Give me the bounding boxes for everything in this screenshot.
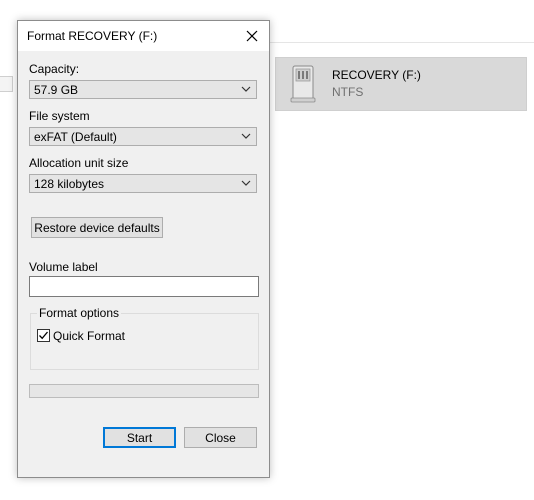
explorer-divider bbox=[270, 42, 534, 43]
restore-defaults-button[interactable]: Restore device defaults bbox=[31, 217, 163, 238]
file-system-label: File system bbox=[29, 109, 90, 123]
format-options-group: Format options Quick Format bbox=[30, 306, 259, 370]
drive-tile-recovery[interactable]: RECOVERY (F:) NTFS bbox=[275, 57, 527, 111]
drive-filesystem: NTFS bbox=[332, 85, 364, 99]
quick-format-checkbox[interactable] bbox=[37, 329, 50, 342]
dialog-titlebar[interactable]: Format RECOVERY (F:) bbox=[18, 21, 269, 51]
dialog-title: Format RECOVERY (F:) bbox=[27, 29, 158, 43]
capacity-value: 57.9 GB bbox=[34, 83, 79, 97]
drive-name: RECOVERY (F:) bbox=[332, 68, 421, 82]
chevron-down-icon bbox=[241, 180, 251, 186]
format-progress-bar bbox=[29, 384, 259, 398]
format-options-title: Format options bbox=[37, 306, 122, 320]
allocation-unit-dropdown[interactable]: 128 kilobytes bbox=[29, 174, 257, 193]
explorer-partial-control bbox=[0, 76, 13, 92]
chevron-down-icon bbox=[241, 133, 251, 139]
format-dialog: Format RECOVERY (F:) Capacity: 57.9 GB F… bbox=[17, 20, 270, 478]
start-button[interactable]: Start bbox=[103, 427, 176, 448]
close-icon[interactable] bbox=[241, 25, 263, 47]
capacity-label: Capacity: bbox=[29, 62, 80, 76]
allocation-unit-value: 128 kilobytes bbox=[34, 177, 105, 191]
chevron-down-icon bbox=[241, 86, 251, 92]
volume-label-input[interactable] bbox=[29, 276, 259, 297]
close-button[interactable]: Close bbox=[184, 427, 257, 448]
capacity-dropdown[interactable]: 57.9 GB bbox=[29, 80, 257, 99]
file-system-dropdown[interactable]: exFAT (Default) bbox=[29, 127, 257, 146]
volume-label-label: Volume label bbox=[29, 260, 98, 274]
allocation-unit-label: Allocation unit size bbox=[29, 156, 129, 170]
quick-format-label: Quick Format bbox=[53, 329, 126, 343]
file-system-value: exFAT (Default) bbox=[34, 130, 117, 144]
removable-drive-icon bbox=[290, 65, 316, 103]
checkmark-icon bbox=[39, 331, 48, 340]
